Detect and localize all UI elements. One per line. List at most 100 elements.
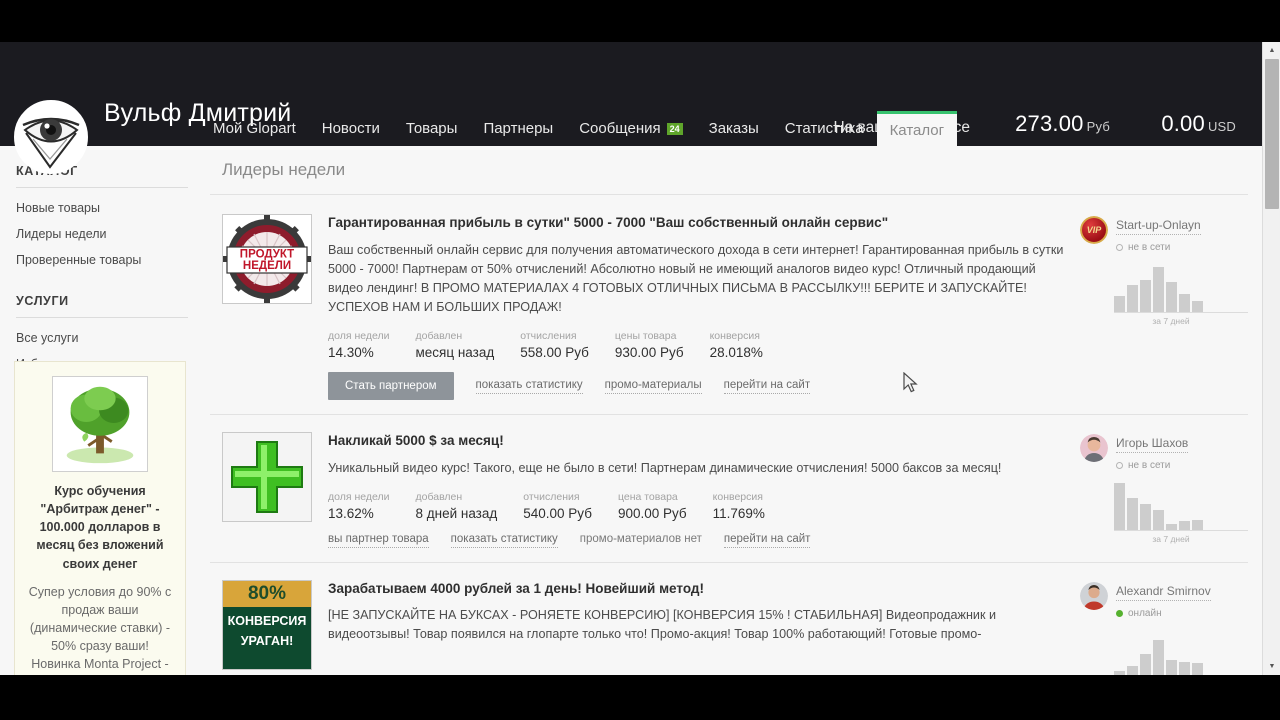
product-description: [НЕ ЗАПУСКАЙТЕ НА БУКСАХ - РОНЯЕТЕ КОНВЕ… [328,608,996,642]
nav-item-partners[interactable]: Партнеры [470,111,566,146]
stat-value: 14.30% [328,345,374,361]
sidebar-item-new-products[interactable]: Новые товары [16,195,196,221]
product-row: 80% КОНВЕРСИЯ УРАГАН! Зарабатываем 4000 … [210,563,1248,675]
sidebar-item-verified-products[interactable]: Проверенные товары [16,247,196,273]
sidebar-item-week-leaders[interactable]: Лидеры недели [16,221,196,247]
nav-label: Мой Glopart [213,120,296,137]
stat-value: 930.00 Руб [614,345,684,361]
avatar[interactable]: VIP [1080,216,1108,244]
stat-conversion: конверсия 28.018% [710,330,763,360]
sidebar-section-services-title: УСЛУГИ [16,294,188,318]
product-title[interactable]: Зарабатываем 4000 рублей за 1 день! Нове… [328,580,1070,598]
product-stats: доля недели 14.30% добавлен месяц назад от… [328,330,1070,360]
chart-bar [1192,519,1203,531]
chart-bar [1166,523,1177,531]
stat-conversion: конверсия 11.769% [713,491,765,521]
vertical-scrollbar[interactable]: ▲ ▼ [1262,42,1280,675]
status-offline-icon [1116,462,1123,470]
avatar[interactable] [14,100,88,174]
seller-name[interactable]: Игорь Шахов [1116,436,1189,454]
chart-bar [1153,510,1164,531]
nav-item-catalog[interactable]: Каталог [876,111,958,146]
product-title[interactable]: Накликай 5000 $ за месяц! [328,432,1070,450]
balance-usd: 0.00 USD [1161,111,1236,137]
scroll-up-arrow-icon[interactable]: ▲ [1263,42,1280,59]
balance-usd-value: 0.00 [1161,111,1205,136]
go-to-site-link[interactable]: перейти на сайт [723,533,811,548]
sidebar-promo-banner[interactable]: Курс обучения "Арбитраж денег" - 100.000… [14,361,186,675]
chart-bar [1140,653,1151,675]
nav-item-my-glopart[interactable]: Мой Glopart [200,111,309,146]
seller-status: не в сети [1116,460,1188,471]
stat-value: 11.769% [712,505,765,521]
balance-usd-currency: USD [1207,119,1236,134]
scroll-down-arrow-icon[interactable]: ▼ [1263,658,1280,675]
nav-item-products[interactable]: Товары [393,111,471,146]
stat-price: цены товара 930.00 Руб [615,330,684,360]
stat-label: отчисления [520,330,577,343]
stat-label: конверсия [712,490,763,503]
nav-item-statistics[interactable]: Статистика [772,111,877,146]
product-details: Зарабатываем 4000 рублей за 1 день! Нове… [312,580,1080,675]
avatar[interactable] [1080,434,1108,463]
seller-panel: Игорь Шахов не в сети за 7 дней [1080,432,1248,548]
product-thumbnail[interactable]: ПРОДУКТ НЕДЕЛИ [222,214,312,304]
product-actions: Стать партнером показать статистику пром… [328,372,1070,401]
user-photo-avatar [1080,581,1108,610]
product-actions: вы партнер товара показать статистику пр… [328,533,1070,548]
stat-commission: отчисления 558.00 Руб [520,330,589,360]
stat-label: цена товара [617,490,678,503]
show-statistics-link[interactable]: показать статистику [475,379,583,394]
stat-added: добавлен месяц назад [415,330,494,360]
nav-item-messages[interactable]: Сообщения 24 [566,111,695,146]
user-photo-avatar [1080,434,1108,463]
product-row: ПРОДУКТ НЕДЕЛИ Гарантированная прибыль в… [210,197,1248,416]
seller-sales-chart: за 7 дней [1080,261,1248,326]
balance-rub: 273.00 Руб [1015,111,1110,137]
main-navigation: Мой Glopart Новости Товары Партнеры Сооб… [200,111,958,146]
stat-label: конверсия [709,330,760,343]
letterbox-top [0,0,1280,42]
product-title[interactable]: Гарантированная прибыль в сутки" 5000 - … [328,214,1070,232]
chart-bar [1192,300,1203,312]
chart-caption: за 7 дней [1152,316,1190,326]
status-text: не в сети [1128,460,1171,472]
chart-bar [1153,640,1164,675]
badge-line2: УРАГАН! [240,633,294,648]
nav-item-orders[interactable]: Заказы [696,111,772,146]
chart-bar [1166,281,1177,312]
scrollbar-thumb[interactable] [1265,59,1279,209]
nav-item-news[interactable]: Новости [309,111,393,146]
svg-text:ПРОДУКТ: ПРОДУКТ [240,249,294,261]
stat-value: 900.00 Руб [617,505,687,521]
you-are-partner-label: вы партнер товара [328,533,429,548]
eye-avatar-icon [17,103,85,171]
product-stats: доля недели 13.62% добавлен 8 дней назад о… [328,491,1070,521]
balance-rub-value: 273.00 [1015,111,1084,136]
seller-panel: Alexandr Smirnov онлайн за 7 дней [1080,580,1248,675]
stat-price: цена товара 900.00 Руб [618,491,687,521]
show-statistics-link[interactable]: показать статистику [450,533,558,548]
go-to-site-link[interactable]: перейти на сайт [723,379,811,394]
scrollbar-track[interactable] [1263,209,1280,658]
main-content: Лидеры недели ПРОДУКТ НЕДЕЛИ Гарантирова… [196,146,1262,675]
letterbox-bottom [0,675,1280,720]
chart-bar [1114,296,1125,312]
promo-materials-link[interactable]: промо-материалы [604,379,702,394]
sidebar-item-all-services[interactable]: Все услуги [16,325,196,351]
status-online-icon [1116,609,1123,617]
promo-description: Супер условия до 90% с продаж ваши (дина… [28,584,172,672]
become-partner-button[interactable]: Стать партнером [328,372,454,401]
chart-bar [1114,670,1125,675]
product-thumbnail[interactable]: 80% КОНВЕРСИЯ УРАГАН! [222,579,312,670]
chart-bar [1153,267,1164,312]
seller-name[interactable]: Alexandr Smirnov [1116,584,1211,601]
nav-label: Заказы [708,120,759,137]
chart-bar [1192,663,1203,675]
product-thumbnail[interactable] [222,432,312,523]
stat-label: доля недели [328,490,390,503]
seller-name[interactable]: Start-up-Onlayn [1116,218,1201,235]
status-text: не в сети [1128,242,1171,253]
chart-bar [1127,666,1138,675]
avatar[interactable] [1080,581,1108,610]
